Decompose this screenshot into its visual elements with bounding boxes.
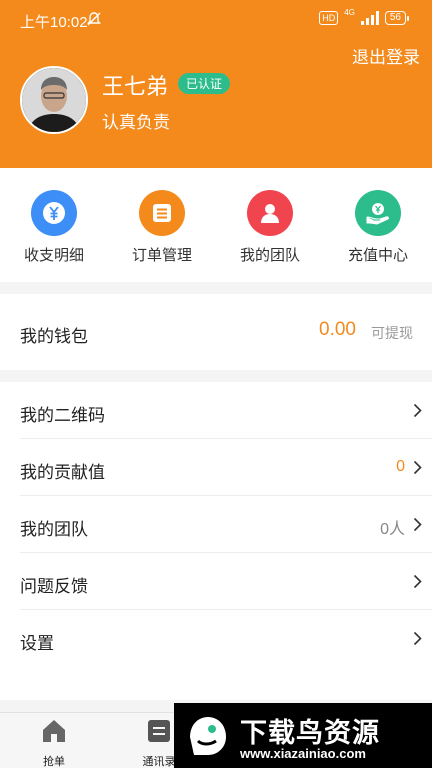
hd-badge: HD <box>319 11 339 25</box>
tab-label: 抢单 <box>43 756 65 768</box>
watermark-url: www.xiazainiao.com <box>240 746 366 761</box>
quick-action-orders[interactable]: 订单管理 <box>108 168 216 282</box>
signal-icon <box>360 11 379 25</box>
battery-icon: 56 <box>384 11 410 25</box>
quick-action-label: 收支明细 <box>23 247 84 264</box>
watermark-banner: 下载鸟资源 www.xiazainiao.com <box>174 703 432 768</box>
bird-logo-icon <box>186 711 230 759</box>
wallet-amount: 0.00 <box>319 319 356 340</box>
hand-coin-icon <box>355 190 401 236</box>
status-bar: 上午10:02 HD 4G 56 <box>0 0 432 40</box>
contribution-value: 0 <box>396 458 405 475</box>
quick-action-label: 充值中心 <box>347 247 408 264</box>
quick-action-recharge[interactable]: 充值中心 <box>324 168 432 282</box>
menu-item-label: 我的团队 <box>20 520 88 539</box>
chevron-right-icon <box>413 517 422 537</box>
menu-item-label: 问题反馈 <box>20 577 88 596</box>
verified-badge: 已认证 <box>178 73 231 94</box>
quick-action-label: 我的团队 <box>239 247 300 264</box>
home-icon <box>40 717 68 750</box>
chevron-right-icon <box>413 574 422 594</box>
menu-item-team[interactable]: 我的团队 0人 <box>20 496 432 553</box>
menu-item-label: 我的贡献值 <box>20 463 105 482</box>
network-type: 4G <box>344 8 355 17</box>
status-time: 上午10:02 <box>20 14 88 31</box>
quick-actions: 收支明细 订单管理 我的团队 充值中心 <box>0 168 432 282</box>
menu-item-feedback[interactable]: 问题反馈 <box>20 553 432 610</box>
mute-bell-icon <box>86 11 102 31</box>
team-count-value: 0人 <box>380 521 405 538</box>
profile-header: 上午10:02 HD 4G 56 退出登录 王七弟 已认证 认真负责 <box>0 0 432 168</box>
menu-item-settings[interactable]: 设置 <box>20 610 432 667</box>
username: 王七弟 <box>102 74 169 99</box>
user-motto: 认真负责 <box>102 113 170 132</box>
chevron-right-icon <box>413 631 422 651</box>
logout-button[interactable]: 退出登录 <box>352 43 420 68</box>
watermark-title: 下载鸟资源 <box>240 718 380 749</box>
document-icon <box>139 190 185 236</box>
wallet-title: 我的钱包 <box>20 327 88 346</box>
menu-item-label: 设置 <box>20 634 54 653</box>
contacts-icon <box>145 717 173 750</box>
quick-action-income-expense[interactable]: 收支明细 <box>0 168 108 282</box>
menu-item-qrcode[interactable]: 我的二维码 <box>20 382 432 439</box>
avatar[interactable] <box>20 66 88 134</box>
settings-menu: 我的二维码 我的贡献值 0 我的团队 0人 问题反馈 设置 <box>0 382 432 700</box>
person-icon <box>247 190 293 236</box>
tab-label: 通讯录 <box>142 756 176 768</box>
chevron-right-icon <box>413 403 422 423</box>
yen-coin-icon <box>31 190 77 236</box>
quick-action-team[interactable]: 我的团队 <box>216 168 324 282</box>
menu-item-contribution[interactable]: 我的贡献值 0 <box>20 439 432 496</box>
chevron-right-icon <box>413 460 422 480</box>
quick-action-label: 订单管理 <box>131 247 192 264</box>
wallet-withdrawable-label: 可提现 <box>371 325 413 341</box>
menu-item-label: 我的二维码 <box>20 406 105 425</box>
wallet-row[interactable]: 我的钱包 0.00 可提现 <box>0 294 432 370</box>
status-indicators: HD 4G 56 <box>319 8 410 25</box>
tab-grab-orders[interactable]: 抢单 <box>19 717 89 768</box>
